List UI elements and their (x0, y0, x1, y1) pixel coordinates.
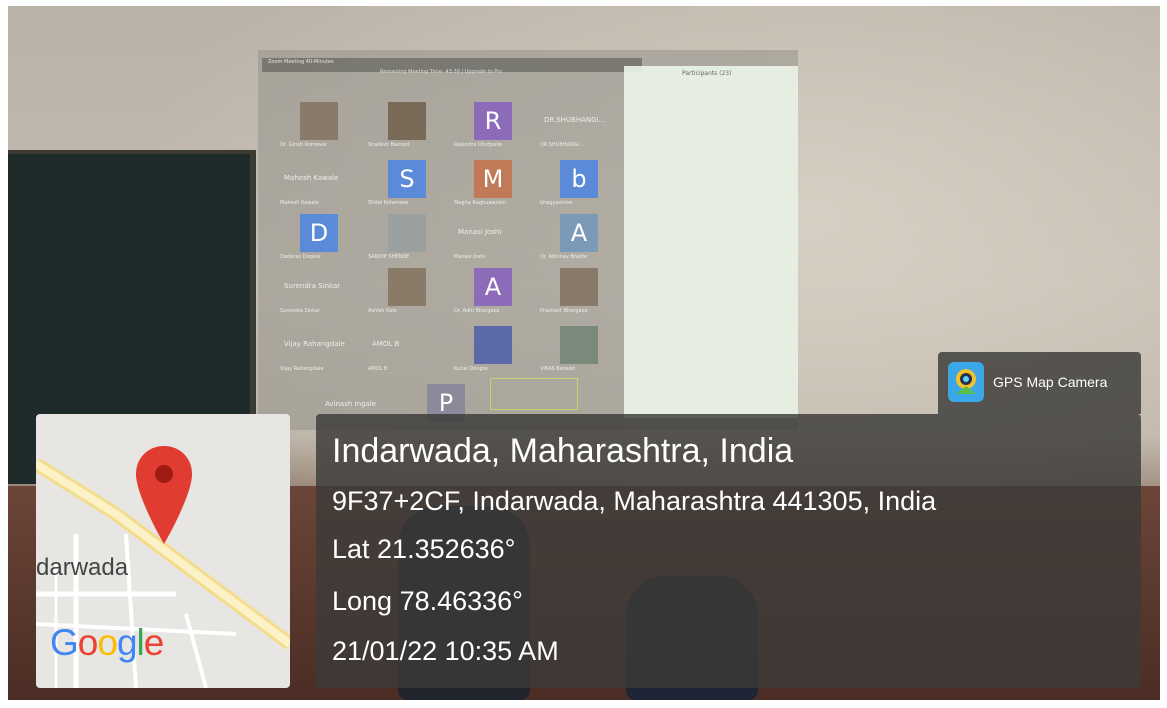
video-tile: SANDIP SHENDE (364, 214, 450, 264)
participant-name: Megha Raghuwanshi (454, 200, 506, 206)
video-tile: A Dr. Abhinav Bhatte (536, 214, 622, 264)
participant-name: AMOL B (368, 366, 388, 372)
zoom-window-title: Zoom Meeting 40-Minutes (268, 59, 334, 65)
video-tile: S Shital Kotamwar (364, 160, 450, 210)
participant-display-name: Vijay Rahangdale (284, 340, 345, 348)
participant-name: DR.SHUBHANGI... (540, 142, 584, 148)
participant-name: Shailesh Bansod (368, 142, 410, 148)
gps-camera-icon (948, 362, 984, 402)
video-tile: Surendra Sinkar Surendra Sinkar (276, 268, 362, 318)
participant-name: VIKAS Bansod (540, 366, 575, 372)
participants-title: Participants (23) (682, 70, 732, 77)
place-name: Indarwada, Maharashtra, India (332, 432, 794, 470)
participant-name: Avinash Ingale (325, 400, 376, 408)
google-logo: Google (50, 622, 164, 663)
avatar (560, 326, 598, 364)
video-tile: Manasi Joshi Manasi Joshi (450, 214, 536, 264)
video-tile: Dr. Girish Korrewar (276, 102, 362, 152)
map-pin-icon (136, 446, 192, 544)
active-speaker-frame (490, 378, 578, 410)
avatar: M (474, 160, 512, 198)
participant-name: Mahesh Kawale (280, 200, 319, 206)
map-town-label: darwada (36, 554, 129, 581)
participant-name: Surendra Sinkar (280, 308, 321, 314)
address: 9F37+2CF, Indarwada, Maharashtra 441305,… (332, 486, 937, 516)
avatar: A (560, 214, 598, 252)
video-tile: Prashant Bhargava (536, 268, 622, 318)
participant-name: Dr. Abhinav Bhatte (540, 254, 588, 260)
video-tile: R Rajendra Dhotpalle (450, 102, 536, 152)
video-tile: Mahesh Kawale Mahesh Kawale (276, 160, 362, 210)
participant-name: Vijay Rahangdale (280, 366, 324, 372)
avatar: S (388, 160, 426, 198)
participant-display-name: Manasi Joshi (458, 228, 502, 236)
video-tile: VIKAS Bansod (536, 326, 622, 376)
map-thumbnail: darwada Google (36, 414, 290, 688)
avatar: D (300, 214, 338, 252)
zoom-meeting-timer: Remaining Meeting Time: 43:39 | Upgrade … (380, 69, 503, 75)
participant-name: bhagyashree (540, 200, 573, 206)
participant-name: Dr. Girish Korrewar (280, 142, 327, 148)
video-tile: AMOL B AMOL B (364, 326, 450, 376)
video-tile: Vijay Rahangdale Vijay Rahangdale (276, 326, 362, 376)
video-tile: A Dr. Aditi Bhargava (450, 268, 536, 318)
gps-app-label: GPS Map Camera (993, 374, 1108, 390)
participant-display-name: AMOL B (372, 340, 400, 348)
video-tile: D Dadarao Dopkar (276, 214, 362, 264)
avatar: R (474, 102, 512, 140)
participant-name: Ashish Kale (368, 308, 397, 314)
avatar: b (560, 160, 598, 198)
video-tile: DR.SHUBHANGI... DR.SHUBHANGI... (536, 102, 622, 152)
avatar (300, 102, 338, 140)
avatar (388, 102, 426, 140)
latitude: Lat 21.352636° (332, 534, 516, 564)
participant-name: Rajendra Dhotpalle (454, 142, 503, 148)
video-tile: Ashish Kale (364, 268, 450, 318)
participant-name: Prashant Bhargava (540, 308, 588, 314)
participant-display-name: Mahesh Kawale (284, 174, 339, 182)
participant-display-name: DR.SHUBHANGI... (544, 116, 606, 124)
avatar (560, 268, 598, 306)
participant-name: Dadarao Dopkar (280, 254, 321, 260)
participant-name: Shital Kotamwar (368, 200, 409, 206)
participant-name: Kunal Dongre (454, 366, 488, 372)
avatar (474, 326, 512, 364)
participants-panel (624, 66, 798, 418)
participant-display-name: Surendra Sinkar (284, 282, 341, 290)
longitude: Long 78.46336° (332, 586, 523, 616)
avatar (388, 214, 426, 252)
video-tile: b bhagyashree (536, 160, 622, 210)
participant-name: SANDIP SHENDE (368, 254, 410, 260)
video-tile: Shailesh Bansod (364, 102, 450, 152)
avatar (388, 268, 426, 306)
participant-name: Manasi Joshi (454, 254, 485, 260)
avatar: A (474, 268, 512, 306)
datetime: 21/01/22 10:35 AM (332, 636, 559, 666)
video-tile: M Megha Raghuwanshi (450, 160, 536, 210)
video-tile: Kunal Dongre (450, 326, 536, 376)
participant-name: Dr. Aditi Bhargava (454, 308, 500, 314)
